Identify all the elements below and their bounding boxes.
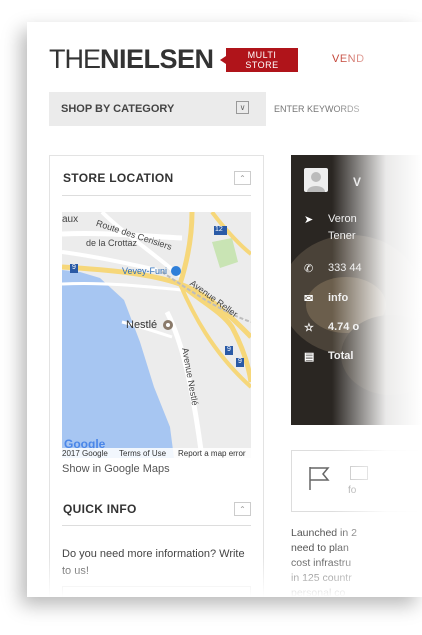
logo-nielsen: NIELSEN xyxy=(100,43,214,74)
route-9-label-3: 9 xyxy=(238,358,242,365)
founded-label: fo xyxy=(348,485,357,496)
vendor-name[interactable]: V xyxy=(353,175,361,189)
location-arrow-icon: ➤ xyxy=(304,214,314,226)
store-logo[interactable]: THE NIELSEN xyxy=(49,44,214,74)
description-line: in 125 countr xyxy=(291,572,352,584)
store-map[interactable]: aux Route des Cerisiers de la Crottaz Av… xyxy=(62,212,251,458)
vendor-background xyxy=(291,155,422,425)
chevron-down-icon[interactable]: ∨ xyxy=(236,101,249,114)
map-label-road2: de la Crottaz xyxy=(86,238,138,248)
store-location-title: STORE LOCATION xyxy=(63,171,174,185)
vendor-address-line1: Veron xyxy=(328,213,357,225)
nav-link-vendors[interactable]: VEND xyxy=(332,53,365,65)
vendor-rating-row: ☆ 4.74 o xyxy=(304,321,359,334)
search-input[interactable] xyxy=(266,92,422,126)
vendor-phone-row: ✆ 333 44 xyxy=(304,262,362,275)
quick-info-title: QUICK INFO xyxy=(63,502,137,516)
map-footer: 2017 Google Terms of Use Report a map er… xyxy=(62,448,251,458)
map-report-link[interactable]: Report a map error xyxy=(178,449,246,458)
envelope-icon: ✉ xyxy=(304,293,314,305)
vendor-rating: 4.74 o xyxy=(328,321,360,333)
map-terms-link[interactable]: Terms of Use xyxy=(119,449,166,458)
badge-line1: MULTI xyxy=(247,50,277,60)
flag-icon xyxy=(309,467,330,490)
credit-card-icon: ▤ xyxy=(304,351,315,363)
collapse-icon[interactable]: ⌃ xyxy=(234,171,251,185)
vendor-address-line2: Tener xyxy=(328,230,356,242)
vendor-total: Total xyxy=(328,350,354,362)
vendor-email: info xyxy=(328,292,349,304)
description-line: need to plan xyxy=(291,542,349,554)
map-data-credit: 2017 Google xyxy=(62,449,108,458)
search-bar: SHOP BY CATEGORY ∨ xyxy=(49,92,422,126)
vendor-info-box: fo xyxy=(291,450,422,512)
phone-icon: ✆ xyxy=(304,263,314,275)
shop-by-category-label[interactable]: SHOP BY CATEGORY xyxy=(61,103,174,115)
map-label-place: Nestlé xyxy=(126,319,158,331)
logo-the: THE xyxy=(49,43,101,74)
description-line: Launched in 2 xyxy=(291,527,357,539)
divider xyxy=(62,525,251,526)
page-frame: THE NIELSEN MULTI STORE VEND SHOP BY CAT… xyxy=(27,22,422,597)
divider xyxy=(62,195,251,196)
vendor-phone: 333 44 xyxy=(328,262,362,274)
name-field[interactable] xyxy=(62,586,251,597)
route-9-label-2: 9 xyxy=(227,346,231,353)
star-icon: ☆ xyxy=(304,322,314,334)
vendor-address-row: ➤ Veron xyxy=(304,213,357,226)
collapse-icon[interactable]: ⌃ xyxy=(234,502,251,516)
calendar-icon xyxy=(350,466,368,480)
route-9-label: 9 xyxy=(72,264,76,271)
description-line: personal co xyxy=(291,587,346,597)
sidebar: STORE LOCATION ⌃ aux Route des Cerisiers… xyxy=(49,155,264,597)
vendor-email-row[interactable]: ✉ info xyxy=(304,292,348,305)
map-label-station: Vevey-Funi xyxy=(122,266,168,276)
route-12-label: 12 xyxy=(215,226,223,233)
map-graphic xyxy=(62,212,251,458)
badge-line2: STORE xyxy=(245,60,279,70)
description-line: cost infrastru xyxy=(291,557,352,569)
show-in-google-maps-link[interactable]: Show in Google Maps xyxy=(62,463,170,475)
quick-info-text: Do you need more information? Write to u… xyxy=(62,548,245,577)
vendor-description: Launched in 2 need to plan cost infrastr… xyxy=(291,526,422,597)
vendor-card: V ➤ Veron Tener ✆ 333 44 ✉ info ☆ 4.74 o… xyxy=(291,155,422,425)
map-label-town: aux xyxy=(62,214,79,225)
multistore-badge: MULTI STORE xyxy=(220,48,298,72)
vendor-avatar xyxy=(304,168,328,192)
vendor-total-row: ▤ Total xyxy=(304,350,353,363)
